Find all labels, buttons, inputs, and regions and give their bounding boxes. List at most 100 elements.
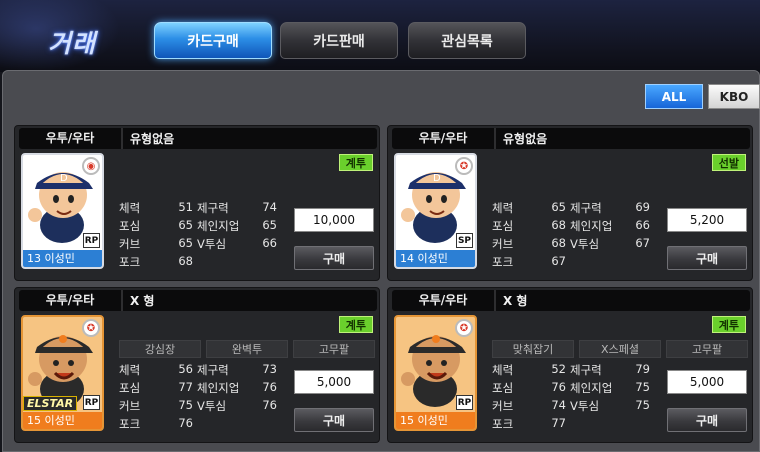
stat-value: 69 bbox=[635, 200, 650, 214]
player-card-image[interactable]: ✪ RP 15 이성민 bbox=[394, 315, 477, 431]
card-header: 우투/우타 X 형 bbox=[19, 290, 377, 311]
stat-label: V투심 bbox=[197, 399, 227, 413]
card-type: X 형 bbox=[130, 294, 155, 308]
stat-label: V투심 bbox=[197, 237, 227, 251]
stat-label: 체력 bbox=[119, 363, 141, 377]
stat-grid: 체력 51 제구력 74 포심 65 체인지업 65 커브 65 V투심 66 … bbox=[119, 200, 289, 270]
price-field[interactable]: 10,000 bbox=[294, 208, 374, 232]
buy-button[interactable]: 구매 bbox=[294, 408, 374, 432]
card-hand-type: 우투/우타 bbox=[392, 128, 496, 149]
stat-value: 76 bbox=[551, 380, 566, 394]
stat-label: 커브 bbox=[492, 237, 514, 251]
stat-value: 51 bbox=[178, 200, 193, 214]
stat-value: 75 bbox=[635, 380, 650, 394]
stat-value: 75 bbox=[635, 398, 650, 412]
position-badge: RP bbox=[83, 395, 100, 410]
player-name: 이성민 bbox=[417, 414, 448, 427]
price-field[interactable]: 5,000 bbox=[294, 370, 374, 394]
stat-value: 68 bbox=[178, 254, 193, 268]
page-title: 거래 bbox=[48, 29, 97, 58]
stat-value: 56 bbox=[178, 362, 193, 376]
tab-card-sell[interactable]: 카드판매 bbox=[280, 22, 398, 59]
price-field[interactable]: 5,000 bbox=[667, 370, 747, 394]
player-number: 15 bbox=[27, 414, 41, 427]
stat-label: 제구력 bbox=[570, 363, 602, 377]
stat-value: 74 bbox=[551, 398, 566, 412]
team-emblem-icon: ✪ bbox=[455, 157, 473, 175]
role-badge: 계투 bbox=[711, 316, 746, 333]
stat-label: 포크 bbox=[119, 417, 141, 431]
player-card-image[interactable]: D ✪ SP 14 이성민 bbox=[394, 153, 477, 269]
svg-text:D: D bbox=[433, 173, 441, 184]
player-card-image[interactable]: D ◉ RP 13 이성민 bbox=[21, 153, 104, 269]
stat-label: 체력 bbox=[492, 363, 514, 377]
stat-value: 76 bbox=[178, 416, 193, 430]
stat-label: V투심 bbox=[570, 399, 600, 413]
stat-value: 77 bbox=[178, 380, 193, 394]
stat-label: 포심 bbox=[119, 219, 141, 233]
stat-value: 68 bbox=[551, 218, 566, 232]
card-hand-type: 우투/우타 bbox=[392, 290, 496, 311]
card-type: 유형없음 bbox=[130, 132, 175, 146]
stat-label: 체력 bbox=[492, 201, 514, 215]
card-type: 유형없음 bbox=[503, 132, 548, 146]
card-header: 우투/우타 유형없음 bbox=[19, 128, 377, 149]
stat-label: 커브 bbox=[119, 237, 141, 251]
stat-label: 커브 bbox=[119, 399, 141, 413]
position-badge: RP bbox=[456, 395, 473, 410]
stat-label: 제구력 bbox=[197, 363, 229, 377]
stat-value: 65 bbox=[178, 218, 193, 232]
card-listing: 우투/우타 유형없음 D ◉ RP 13 이성민 계투 체력 51 제구력 74… bbox=[14, 125, 380, 281]
buy-button[interactable]: 구매 bbox=[667, 246, 747, 270]
card-hand-type: 우투/우타 bbox=[19, 128, 123, 149]
filter-kbo-button[interactable]: KBO bbox=[708, 84, 760, 109]
card-listing: 우투/우타 유형없음 D ✪ SP 14 이성민 선발 체력 65 제구력 69… bbox=[387, 125, 753, 281]
player-number: 14 bbox=[400, 252, 414, 265]
player-nameplate: 15 이성민 bbox=[23, 412, 102, 429]
stat-label: 커브 bbox=[492, 399, 514, 413]
player-nameplate: 15 이성민 bbox=[396, 412, 475, 429]
stat-label: 포크 bbox=[119, 255, 141, 269]
player-card-image[interactable]: ✪ ELSTAR RP 15 이성민 bbox=[21, 315, 104, 431]
player-nameplate: 13 이성민 bbox=[23, 250, 102, 267]
price-field[interactable]: 5,200 bbox=[667, 208, 747, 232]
stat-label: 포심 bbox=[492, 381, 514, 395]
card-hand-type: 우투/우타 bbox=[19, 290, 123, 311]
player-nameplate: 14 이성민 bbox=[396, 250, 475, 267]
team-emblem-icon: ✪ bbox=[455, 319, 473, 337]
stat-label: 포심 bbox=[119, 381, 141, 395]
team-emblem-icon: ◉ bbox=[82, 157, 100, 175]
stat-value: 65 bbox=[178, 236, 193, 250]
stat-value: 68 bbox=[551, 236, 566, 250]
card-type: X 형 bbox=[503, 294, 528, 308]
player-name: 이성민 bbox=[44, 414, 75, 427]
stat-label: 포크 bbox=[492, 255, 514, 269]
stat-value: 79 bbox=[635, 362, 650, 376]
stat-value: 66 bbox=[262, 236, 277, 250]
player-name: 이성민 bbox=[44, 252, 75, 265]
stat-label: 체인지업 bbox=[197, 219, 240, 233]
card-listing: 우투/우타 X 형 ✪ RP 15 이성민 계투 맞춰잡기 X스페셜 고무팔 체… bbox=[387, 287, 753, 443]
stat-label: 체력 bbox=[119, 201, 141, 215]
stat-value: 76 bbox=[262, 380, 277, 394]
tab-watchlist[interactable]: 관심목록 bbox=[408, 22, 526, 59]
team-emblem-icon: ✪ bbox=[82, 319, 100, 337]
stat-label: 포크 bbox=[492, 417, 514, 431]
buy-button[interactable]: 구매 bbox=[667, 408, 747, 432]
stat-value: 77 bbox=[551, 416, 566, 430]
stat-label: 체인지업 bbox=[570, 381, 613, 395]
player-number: 15 bbox=[400, 414, 414, 427]
buy-button[interactable]: 구매 bbox=[294, 246, 374, 270]
stat-value: 67 bbox=[635, 236, 650, 250]
stat-value: 76 bbox=[262, 398, 277, 412]
elstar-badge: ELSTAR bbox=[23, 396, 78, 411]
stat-value: 65 bbox=[262, 218, 277, 232]
stat-label: V투심 bbox=[570, 237, 600, 251]
stat-value: 73 bbox=[262, 362, 277, 376]
role-badge: 계투 bbox=[338, 316, 373, 333]
filter-all-button[interactable]: ALL bbox=[645, 84, 703, 109]
tab-card-buy[interactable]: 카드구매 bbox=[154, 22, 272, 59]
stat-value: 74 bbox=[262, 200, 277, 214]
stat-value: 66 bbox=[635, 218, 650, 232]
skill-slot: X스페셜 bbox=[579, 340, 661, 358]
